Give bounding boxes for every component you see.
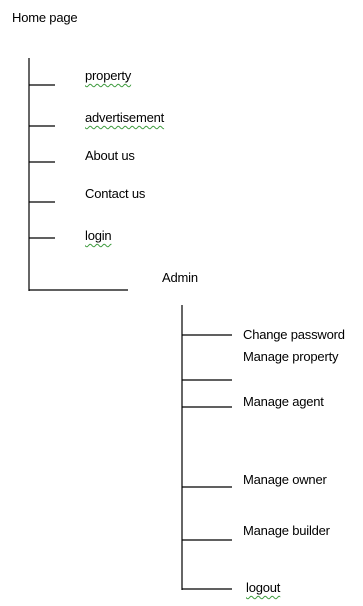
node-manage-property: Manage property [243,349,339,364]
node-about-us: About us [85,148,135,163]
node-advertisement: advertisement [85,110,165,125]
node-logout: logout [246,580,281,595]
node-contact-us: Contact us [85,186,146,201]
tree-connectors [28,58,232,590]
node-property: property [85,68,132,83]
node-admin: Admin [162,270,198,285]
node-manage-owner: Manage owner [243,472,327,487]
node-login: login [85,228,112,243]
node-change-password: Change password [243,327,345,342]
node-manage-builder: Manage builder [243,523,330,538]
node-manage-agent: Manage agent [243,394,324,409]
root-node-home-page: Home page [12,10,78,25]
